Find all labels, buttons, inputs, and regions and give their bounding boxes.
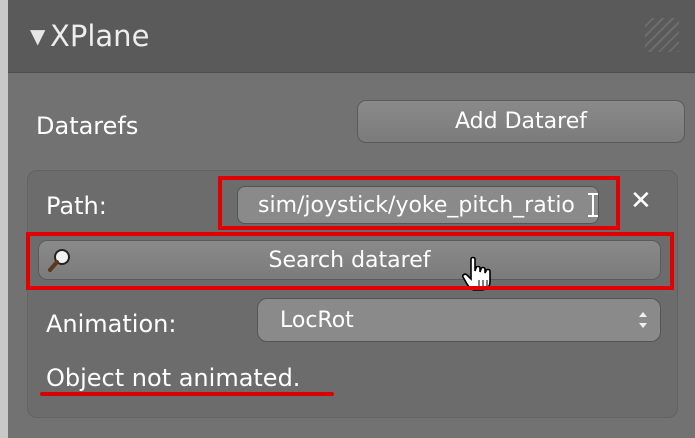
panel-title: XPlane — [50, 19, 150, 53]
datarefs-label: Datarefs — [36, 112, 139, 140]
status-message: Object not animated. — [46, 364, 301, 392]
animation-label: Animation: — [46, 310, 177, 338]
updown-chevron-icon — [639, 312, 647, 328]
search-highlight-box — [26, 232, 674, 290]
animation-value: LocRot — [280, 307, 354, 333]
path-highlight-box — [218, 176, 620, 230]
panel-grip-icon[interactable] — [645, 18, 679, 52]
status-underline — [40, 392, 334, 396]
triangle-down-icon[interactable]: ▼ — [30, 24, 45, 48]
add-dataref-button[interactable]: Add Dataref — [357, 100, 685, 143]
animation-select[interactable]: LocRot — [257, 298, 661, 342]
close-icon[interactable]: ✕ — [630, 186, 652, 216]
panel-header[interactable]: ▼ XPlane — [8, 0, 695, 73]
path-label: Path: — [46, 192, 107, 220]
xplane-panel: ▼ XPlane Datarefs Add Dataref Path: sim/… — [8, 0, 695, 438]
